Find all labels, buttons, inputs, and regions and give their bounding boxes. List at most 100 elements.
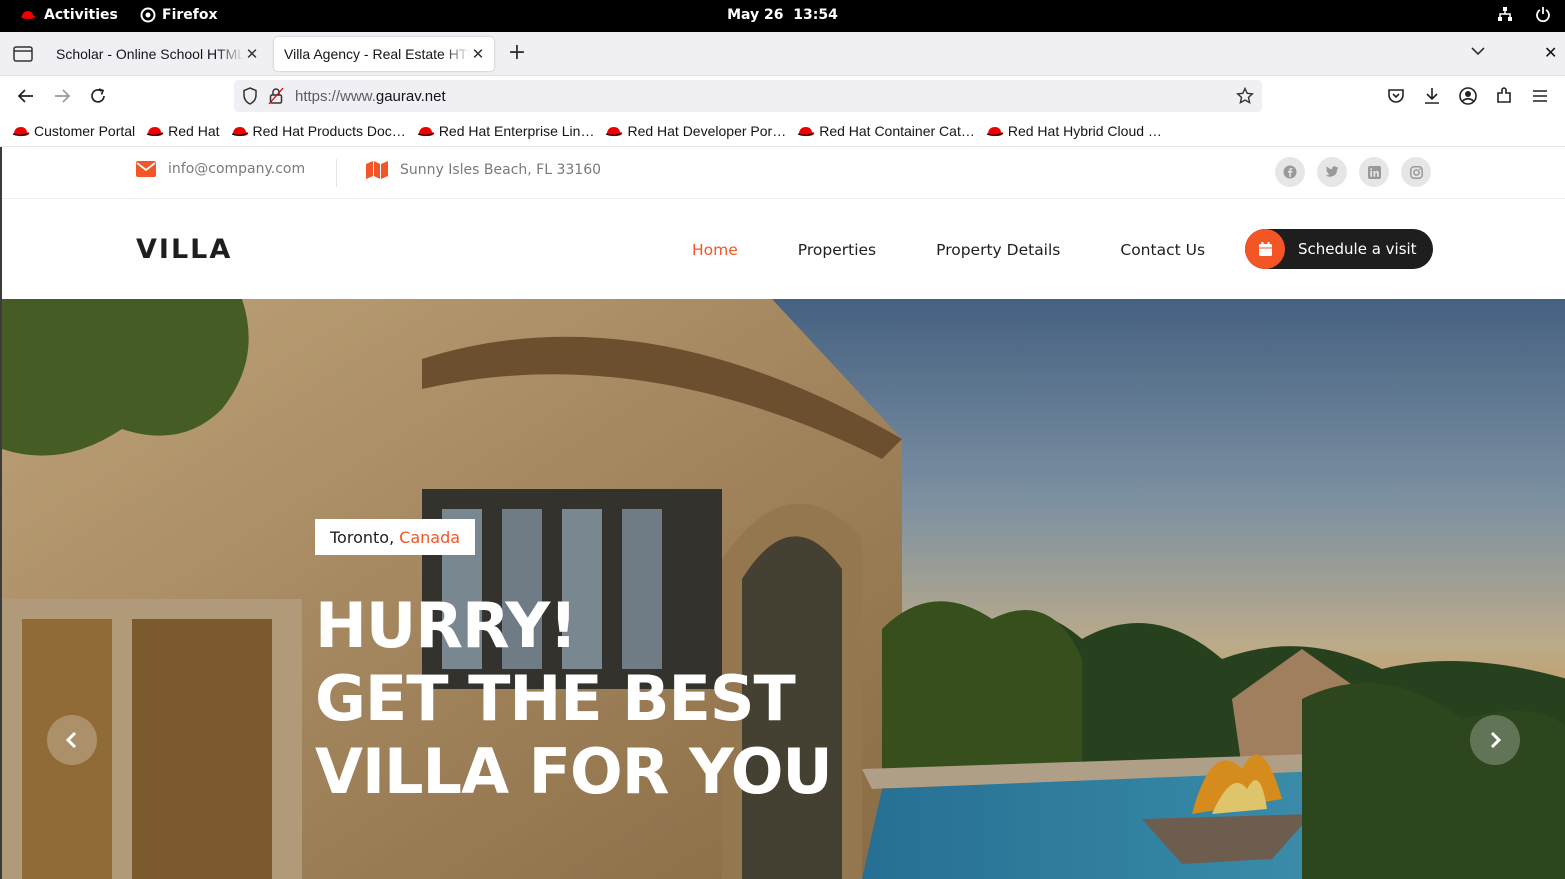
chevron-right-icon (1490, 731, 1502, 749)
lock-icon[interactable] (268, 87, 284, 105)
redhat-icon (146, 126, 164, 136)
url-domain: gaurav.net (375, 88, 446, 105)
bookmark-item[interactable]: Red Hat Container Cat… (797, 123, 975, 139)
redhat-icon (986, 126, 1004, 136)
headline-line-3: VILLA FOR YOU (315, 735, 833, 808)
linkedin-icon (1367, 165, 1381, 179)
headline-line-2: GET THE BEST (315, 662, 796, 735)
redhat-icon (606, 126, 623, 136)
facebook-button[interactable] (1275, 157, 1305, 187)
clock-time: 13:54 (793, 7, 838, 23)
redhat-icon (417, 126, 435, 136)
nav-home[interactable]: Home (692, 241, 738, 259)
schedule-visit-button[interactable]: Schedule a visit (1245, 229, 1433, 269)
system-top-bar: Activities Firefox May 26 13:54 (0, 0, 1565, 32)
redhat-icon (231, 126, 248, 136)
tab-title: Scholar - Online School HTML5 Template (56, 46, 244, 62)
redhat-icon (21, 11, 35, 19)
app-name: Firefox (162, 7, 218, 23)
activities-button[interactable]: Activities (20, 7, 118, 23)
location-country: Canada (399, 527, 461, 547)
bookmark-label: Red Hat (168, 123, 220, 139)
bookmark-label: Red Hat Hybrid Cloud … (1007, 123, 1162, 139)
facebook-icon (1283, 165, 1297, 179)
bookmark-label: Customer Portal (34, 123, 136, 139)
forward-icon[interactable] (52, 86, 72, 106)
hero-headline: HURRY! GET THE BEST VILLA FOR YOU (315, 589, 833, 808)
bookmark-item[interactable]: Red Hat Enterprise Lin… (417, 123, 595, 139)
clock-date: May 26 (727, 7, 784, 23)
contact-address[interactable]: Sunny Isles Beach, FL 33160 (366, 161, 601, 179)
power-icon[interactable] (1535, 6, 1551, 22)
network-icon[interactable] (1497, 6, 1513, 22)
bookmark-item[interactable]: Red Hat (146, 123, 220, 139)
bookmark-item[interactable]: Red Hat Hybrid Cloud … (986, 123, 1162, 139)
envelope-icon (136, 161, 156, 177)
tab-villa-agency[interactable]: Villa Agency - Real Estate HTML5 Templat… (274, 37, 494, 71)
map-icon (366, 161, 388, 179)
url-prefix: https://www. (295, 88, 376, 105)
firefox-icon (140, 7, 156, 23)
bookmark-label: Red Hat Products Doc… (252, 123, 406, 139)
slider-next-button[interactable] (1470, 715, 1520, 765)
hero-banner: Toronto, Canada HURRY! GET THE BEST VILL… (2, 299, 1565, 879)
account-icon[interactable] (1458, 86, 1478, 106)
redhat-icon (798, 126, 815, 136)
clock[interactable]: May 26 13:54 (0, 7, 1565, 23)
slider-prev-button[interactable] (47, 715, 97, 765)
hamburger-menu-icon[interactable] (1530, 86, 1550, 106)
bookmark-star-icon[interactable] (1236, 87, 1254, 105)
bookmark-item[interactable]: Red Hat Products Doc… (231, 123, 406, 139)
nav-contact-us[interactable]: Contact Us (1120, 241, 1205, 259)
location-city: Toronto, (330, 527, 395, 547)
firefox-view-icon[interactable] (12, 44, 34, 64)
url-text: https://www.gaurav.net (295, 88, 446, 105)
navigation-toolbar: https://www.gaurav.net (0, 76, 1565, 116)
redhat-icon (12, 126, 30, 136)
app-menu-firefox[interactable]: Firefox (140, 7, 218, 23)
close-tab-icon[interactable]: ✕ (244, 45, 260, 63)
headline-line-1: HURRY! (315, 589, 577, 662)
address-text: Sunny Isles Beach, FL 33160 (400, 162, 602, 178)
new-tab-button[interactable]: + (506, 42, 528, 64)
twitter-button[interactable] (1317, 157, 1347, 187)
tab-title: Villa Agency - Real Estate HTML5 Templat… (284, 46, 470, 62)
bookmark-label: Red Hat Developer Por… (627, 123, 787, 139)
bookmark-item[interactable]: Red Hat Developer Por… (605, 123, 786, 139)
shield-icon[interactable] (242, 87, 258, 105)
reload-icon[interactable] (88, 86, 108, 106)
nav-property-details[interactable]: Property Details (936, 241, 1060, 259)
chevron-left-icon (65, 731, 77, 749)
window-close-button[interactable]: ✕ (1544, 43, 1557, 62)
calendar-icon-wrap (1245, 229, 1285, 269)
main-nav: Home Properties Property Details Contact… (692, 241, 1265, 259)
bookmarks-toolbar: Customer Portal Red Hat Red Hat Products… (0, 116, 1565, 147)
chevron-down-icon[interactable] (1470, 46, 1486, 56)
contact-email[interactable]: info@company.com (136, 161, 305, 177)
extensions-icon[interactable] (1494, 86, 1514, 106)
pocket-icon[interactable] (1386, 86, 1406, 106)
bookmark-label: Red Hat Container Cat… (819, 123, 975, 139)
twitter-icon (1325, 166, 1339, 177)
divider (336, 159, 337, 187)
url-bar[interactable]: https://www.gaurav.net (234, 80, 1262, 112)
downloads-icon[interactable] (1422, 86, 1442, 106)
instagram-button[interactable] (1401, 157, 1431, 187)
back-icon[interactable] (16, 86, 36, 106)
web-page: info@company.com Sunny Isles Beach, FL 3… (0, 147, 1565, 879)
contact-info-bar: info@company.com Sunny Isles Beach, FL 3… (2, 147, 1565, 199)
bookmark-label: Red Hat Enterprise Lin… (438, 123, 595, 139)
site-header: VILLA Home Properties Property Details C… (2, 199, 1565, 299)
schedule-visit-label: Schedule a visit (1298, 240, 1417, 258)
close-tab-icon[interactable]: ✕ (470, 45, 486, 63)
social-links (1275, 157, 1431, 187)
instagram-icon (1409, 165, 1423, 179)
linkedin-button[interactable] (1359, 157, 1389, 187)
bookmark-item[interactable]: Customer Portal (12, 123, 135, 139)
tab-scholar[interactable]: Scholar - Online School HTML5 Template ✕ (46, 37, 268, 71)
site-logo[interactable]: VILLA (136, 234, 232, 265)
calendar-icon (1258, 242, 1272, 256)
nav-properties[interactable]: Properties (798, 241, 876, 259)
tab-strip: Scholar - Online School HTML5 Template ✕… (0, 32, 1565, 76)
email-text: info@company.com (168, 161, 306, 177)
